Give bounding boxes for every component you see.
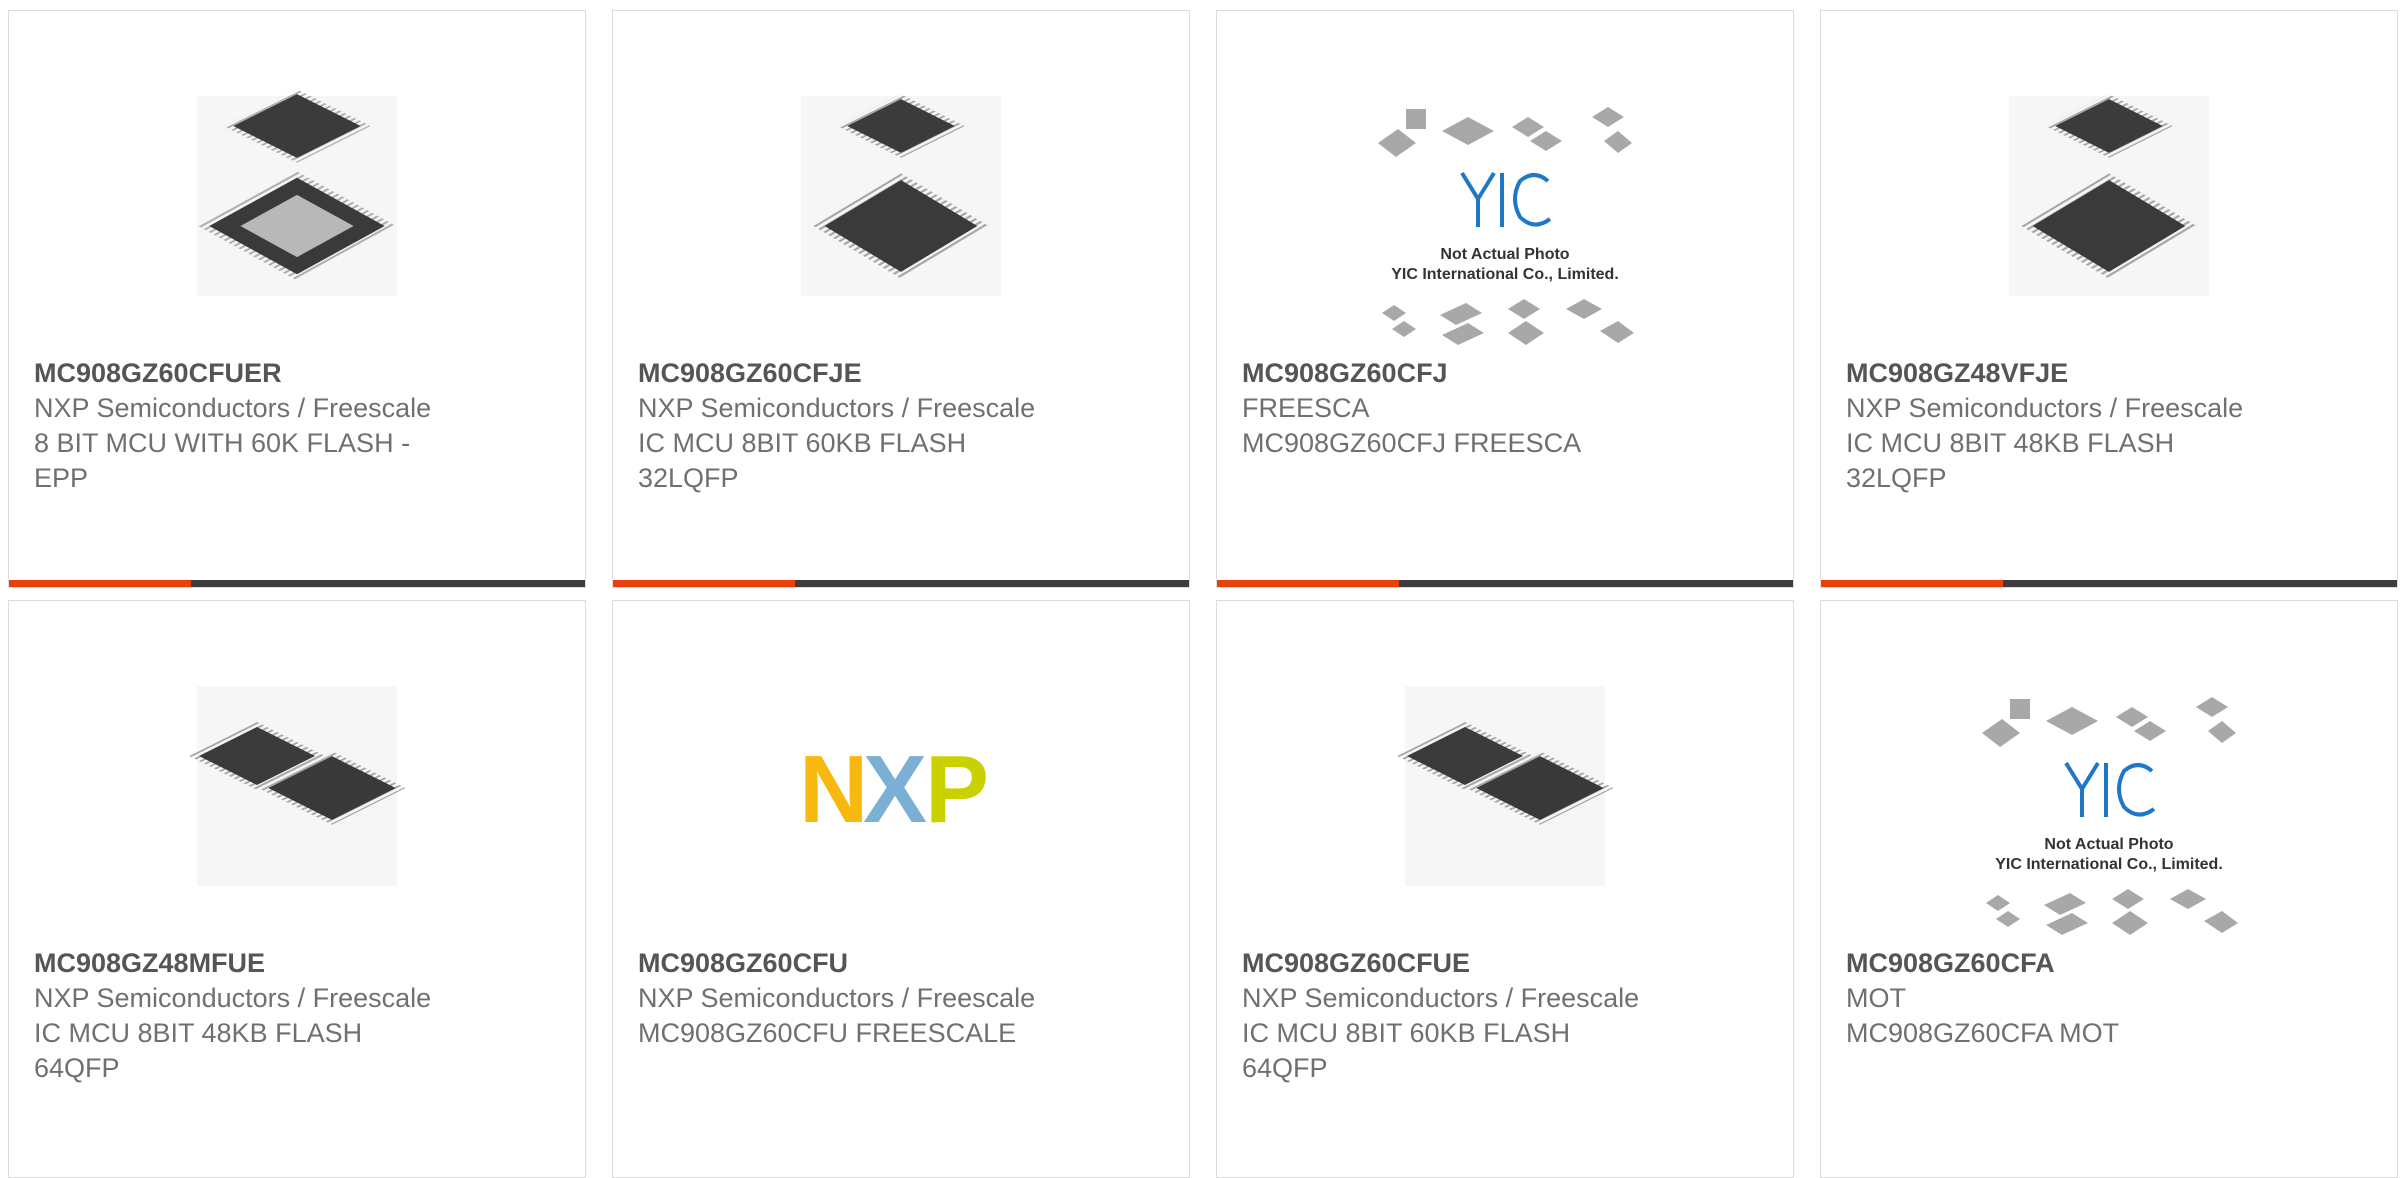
product-info: MC908GZ60CFU NXP Semiconductors / Freesc…: [638, 945, 1078, 1051]
part-number[interactable]: MC908GZ48VFJE: [1846, 355, 2286, 391]
manufacturer: NXP Semiconductors / Freescale: [638, 393, 1036, 423]
product-info: MC908GZ60CFJ FREESCA MC908GZ60CFJ FREESC…: [1242, 355, 1682, 461]
card-footer-accent: [1217, 580, 1399, 587]
product-description: 8 BIT MCU WITH 60K FLASH - EPP: [34, 428, 411, 493]
card-footer-bar: [613, 580, 1189, 587]
card-footer-accent: [1821, 580, 2003, 587]
product-card[interactable]: Not Actual Photo YIC International Co., …: [1216, 10, 1794, 588]
product-card[interactable]: MC908GZ60CFUE NXP Semiconductors / Frees…: [1216, 600, 1794, 1178]
card-footer-bar: [1821, 580, 2397, 587]
manufacturer: NXP Semiconductors / Freescale: [1242, 983, 1640, 1013]
nxp-logo: N X P: [799, 736, 992, 843]
card-footer-accent: [9, 580, 191, 587]
part-number[interactable]: MC908GZ60CFUER: [34, 355, 474, 391]
product-image[interactable]: Not Actual Photo YIC International Co., …: [1821, 693, 2397, 943]
product-card[interactable]: MC908GZ48MFUE NXP Semiconductors / Frees…: [8, 600, 586, 1178]
part-number[interactable]: MC908GZ48MFUE: [34, 945, 474, 981]
product-image[interactable]: Not Actual Photo YIC International Co., …: [1217, 103, 1793, 353]
lqfp-chip-pair-icon: [801, 94, 1001, 296]
manufacturer: NXP Semiconductors / Freescale: [34, 983, 432, 1013]
manufacturer: NXP Semiconductors / Freescale: [638, 983, 1036, 1013]
product-image[interactable]: [9, 641, 585, 931]
manufacturer: NXP Semiconductors / Freescale: [1846, 393, 2244, 423]
part-number[interactable]: MC908GZ60CFU: [638, 945, 1078, 981]
card-footer-accent: [613, 580, 795, 587]
product-image[interactable]: [9, 51, 585, 341]
product-info: MC908GZ60CFUER NXP Semiconductors / Free…: [34, 355, 474, 496]
part-number[interactable]: MC908GZ60CFUE: [1242, 945, 1682, 981]
product-info: MC908GZ60CFA MOT MC908GZ60CFA MOT: [1846, 945, 2286, 1051]
manufacturer: NXP Semiconductors / Freescale: [34, 393, 432, 423]
product-description: IC MCU 8BIT 48KB FLASH 64QFP: [34, 1018, 363, 1083]
product-description: MC908GZ60CFJ FREESCA: [1242, 428, 1582, 458]
product-image[interactable]: [1217, 641, 1793, 931]
qfp-chip-side-icon: [1397, 686, 1614, 886]
qfp-chip-pair-icon: [197, 89, 397, 296]
lqfp-chip-pair-icon: [2009, 94, 2209, 296]
product-image[interactable]: N X P: [613, 641, 1189, 931]
placeholder-caption-line1: Not Actual Photo: [1440, 246, 1569, 263]
product-card[interactable]: MC908GZ60CFUER NXP Semiconductors / Free…: [8, 10, 586, 588]
part-number[interactable]: MC908GZ60CFJ: [1242, 355, 1682, 391]
placeholder-caption-line2: YIC International Co., Limited.: [1391, 266, 1619, 283]
product-info: MC908GZ48MFUE NXP Semiconductors / Frees…: [34, 945, 474, 1086]
product-description: IC MCU 8BIT 60KB FLASH 64QFP: [1242, 1018, 1571, 1083]
product-image[interactable]: [1821, 51, 2397, 341]
placeholder-caption-line1: Not Actual Photo: [2044, 836, 2173, 853]
product-description: MC908GZ60CFU FREESCALE: [638, 1018, 1017, 1048]
product-description: IC MCU 8BIT 48KB FLASH 32LQFP: [1846, 428, 2175, 493]
product-grid: MC908GZ60CFUER NXP Semiconductors / Free…: [8, 10, 2400, 1178]
card-footer-bar: [1217, 580, 1793, 587]
yic-placeholder-image: Not Actual Photo YIC International Co., …: [1378, 107, 1634, 345]
product-info: MC908GZ48VFJE NXP Semiconductors / Frees…: [1846, 355, 2286, 496]
placeholder-caption-line2: YIC International Co., Limited.: [1995, 856, 2223, 873]
manufacturer: MOT: [1846, 983, 1906, 1013]
part-number[interactable]: MC908GZ60CFA: [1846, 945, 2286, 981]
yic-placeholder-image: Not Actual Photo YIC International Co., …: [1982, 697, 2238, 935]
product-card[interactable]: N X P MC908GZ60CFU NXP Semiconductors / …: [612, 600, 1190, 1178]
card-footer-bar: [9, 580, 585, 587]
product-card[interactable]: Not Actual Photo YIC International Co., …: [1820, 600, 2398, 1178]
manufacturer: FREESCA: [1242, 393, 1370, 423]
product-info: MC908GZ60CFJE NXP Semiconductors / Frees…: [638, 355, 1078, 496]
product-info: MC908GZ60CFUE NXP Semiconductors / Frees…: [1242, 945, 1682, 1086]
part-number[interactable]: MC908GZ60CFJE: [638, 355, 1078, 391]
qfp-chip-side-icon: [189, 686, 406, 886]
svg-text:P: P: [925, 736, 986, 843]
product-card[interactable]: MC908GZ48VFJE NXP Semiconductors / Frees…: [1820, 10, 2398, 588]
product-card[interactable]: MC908GZ60CFJE NXP Semiconductors / Frees…: [612, 10, 1190, 588]
product-description: IC MCU 8BIT 60KB FLASH 32LQFP: [638, 428, 967, 493]
svg-text:N: N: [799, 736, 862, 843]
product-description: MC908GZ60CFA MOT: [1846, 1018, 2120, 1048]
svg-text:X: X: [863, 736, 927, 843]
product-image[interactable]: [613, 51, 1189, 341]
